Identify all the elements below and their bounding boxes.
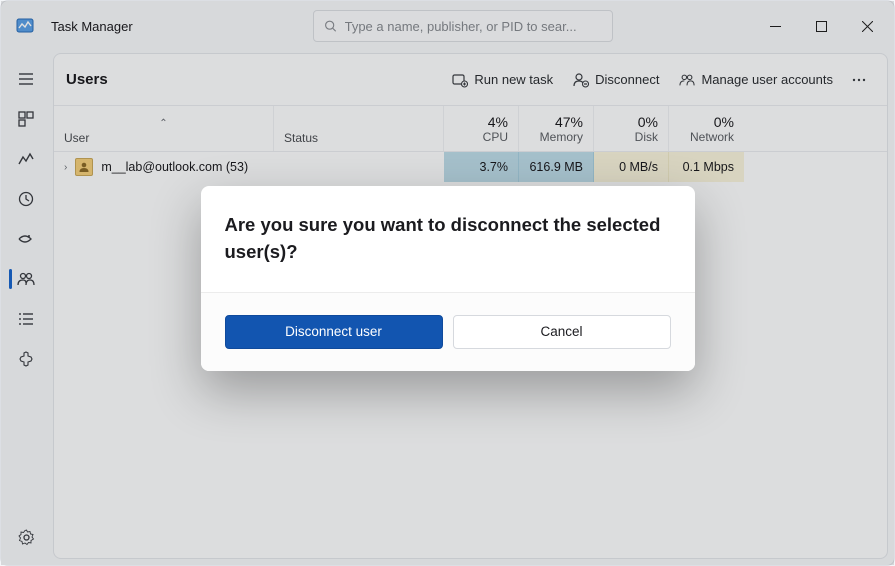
cancel-button[interactable]: Cancel — [453, 315, 671, 349]
task-manager-window: Task Manager — [0, 0, 895, 566]
modal-overlay: Are you sure you want to disconnect the … — [1, 1, 894, 565]
dialog-body: Are you sure you want to disconnect the … — [201, 186, 695, 292]
disconnect-dialog: Are you sure you want to disconnect the … — [201, 186, 695, 371]
dialog-message: Are you sure you want to disconnect the … — [225, 212, 671, 266]
disconnect-user-button[interactable]: Disconnect user — [225, 315, 443, 349]
dialog-actions: Disconnect user Cancel — [201, 292, 695, 371]
